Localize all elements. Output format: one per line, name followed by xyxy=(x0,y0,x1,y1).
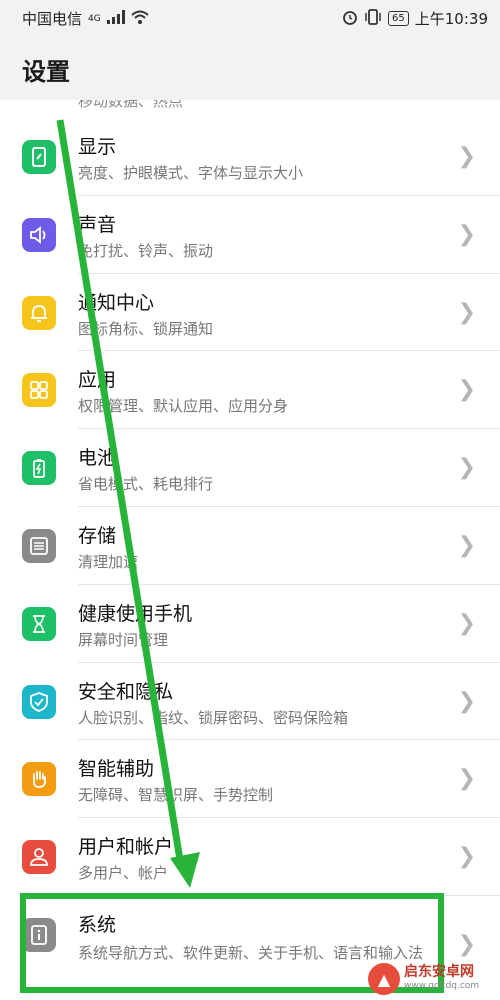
watermark-name: 启东安卓网 xyxy=(404,964,474,980)
settings-item-security[interactable]: 安全和隐私 人脸识别、指纹、锁屏密码、密码保险箱 ❯ xyxy=(0,663,500,741)
battery-level: 65 xyxy=(388,11,409,26)
settings-item-apps[interactable]: 应用 权限管理、默认应用、应用分身 ❯ xyxy=(0,351,500,430)
settings-item-digital-balance[interactable]: 健康使用手机 屏幕时间管理 ❯ xyxy=(0,585,500,663)
vibrate-icon xyxy=(364,8,382,29)
chevron-right-icon: ❯ xyxy=(457,844,476,870)
page-title: 设置 xyxy=(22,58,70,86)
sound-icon xyxy=(22,217,56,252)
chevron-right-icon: ❯ xyxy=(457,144,476,169)
settings-item-subtitle: 屏幕时间管理 xyxy=(78,630,169,649)
chevron-right-icon: ❯ xyxy=(457,610,476,636)
battery-icon xyxy=(22,451,56,486)
clock: 上午10:39 xyxy=(414,10,488,28)
chevron-right-icon: ❯ xyxy=(457,299,476,325)
settings-item-display[interactable]: 显示 亮度、护眼模式、字体与显示大小 ❯ xyxy=(0,118,500,196)
settings-item-subtitle: 亮度、护眼模式、字体与显示大小 xyxy=(78,164,304,182)
apps-grid-icon xyxy=(22,373,56,408)
status-bar: 中国电信 4G 65 上午10:39 xyxy=(0,0,500,34)
chevron-right-icon: ❯ xyxy=(457,931,476,957)
alarm-icon xyxy=(342,9,358,29)
settings-item-subtitle: 省电模式、耗电排行 xyxy=(78,475,214,494)
display-icon xyxy=(22,140,56,174)
watermark-url: www.qdltdq.com xyxy=(404,981,480,991)
settings-item-subtitle: 免打扰、铃声、振动 xyxy=(78,241,214,260)
hand-icon xyxy=(22,762,56,797)
settings-item-subtitle: 图标角标、锁屏通知 xyxy=(78,319,214,338)
settings-item-battery[interactable]: 电池 省电模式、耗电排行 ❯ xyxy=(0,429,500,507)
settings-item-title: 存储 xyxy=(78,524,117,547)
watermark-logo-icon: ▲ xyxy=(368,963,400,995)
network-type-label: 4G xyxy=(88,13,101,24)
settings-item-subtitle: 人脸识别、指纹、锁屏密码、密码保险箱 xyxy=(78,708,349,727)
settings-item-subtitle: 多用户、帐户 xyxy=(78,864,169,883)
settings-item-sound[interactable]: 声音 免打扰、铃声、振动 ❯ xyxy=(0,196,500,274)
settings-item-title: 用户和帐户 xyxy=(78,836,174,859)
hourglass-icon xyxy=(22,606,56,641)
settings-item-subtitle: 权限管理、默认应用、应用分身 xyxy=(78,397,289,416)
partial-item-subtitle: 移动数据、热点 xyxy=(78,100,184,110)
watermark: ▲ 启东安卓网 www.qdltdq.com xyxy=(368,963,479,995)
settings-item-title: 显示 xyxy=(78,136,117,158)
settings-item-storage[interactable]: 存储 清理加速 ❯ xyxy=(0,507,500,585)
settings-header: 设置 xyxy=(0,34,500,100)
settings-item-title: 智能辅助 xyxy=(78,758,155,781)
chevron-right-icon: ❯ xyxy=(457,455,476,481)
settings-item-title: 安全和隐私 xyxy=(78,680,174,703)
signal-icon xyxy=(106,9,125,28)
settings-item-subtitle: 清理加速 xyxy=(78,552,139,571)
settings-item-accounts[interactable]: 用户和帐户 多用户、帐户 ❯ xyxy=(0,818,500,896)
carrier-label: 中国电信 xyxy=(22,10,83,28)
settings-item-smart-assist[interactable]: 智能辅助 无障碍、智慧识屏、手势控制 ❯ xyxy=(0,740,500,819)
settings-item-title: 应用 xyxy=(78,369,117,392)
partial-list-item: 移动数据、热点 xyxy=(78,100,378,116)
chevron-right-icon: ❯ xyxy=(457,532,476,558)
storage-icon xyxy=(22,528,56,563)
chevron-right-icon: ❯ xyxy=(457,766,476,792)
shield-icon xyxy=(22,684,56,719)
settings-item-title: 声音 xyxy=(78,213,117,236)
settings-list: 显示 亮度、护眼模式、字体与显示大小 ❯ 声音 免打扰、铃声、振动 ❯ 通知中心… xyxy=(0,118,500,996)
settings-item-subtitle: 无障碍、智慧识屏、手势控制 xyxy=(78,786,274,805)
wifi-icon xyxy=(131,10,149,28)
settings-item-title: 健康使用手机 xyxy=(78,602,193,625)
settings-item-title: 电池 xyxy=(78,447,117,470)
chevron-right-icon: ❯ xyxy=(457,688,476,714)
settings-item-notifications[interactable]: 通知中心 图标角标、锁屏通知 ❯ xyxy=(0,274,500,352)
chevron-right-icon: ❯ xyxy=(457,221,476,247)
bell-icon xyxy=(22,295,56,330)
user-icon xyxy=(22,840,56,875)
chevron-right-icon: ❯ xyxy=(457,377,476,403)
settings-item-title: 通知中心 xyxy=(78,291,155,314)
